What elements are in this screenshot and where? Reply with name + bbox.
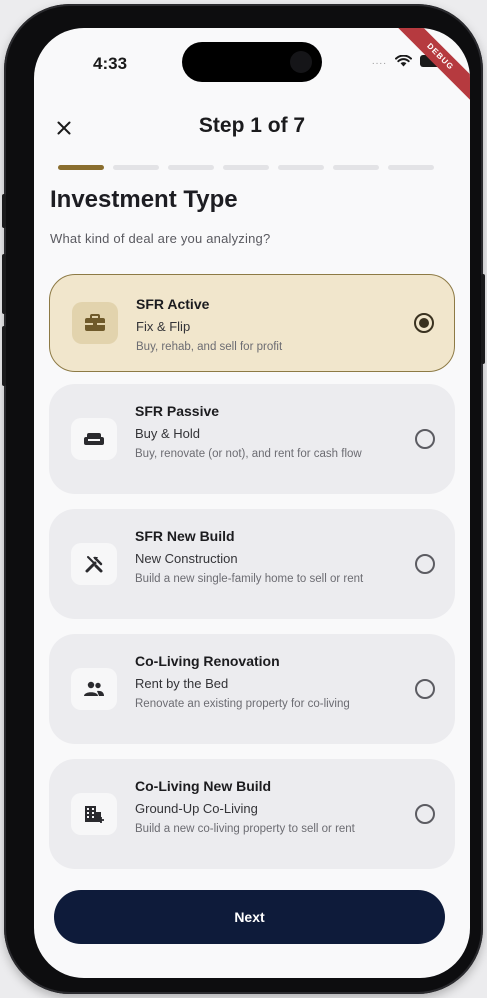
option-subtitle: New Construction: [135, 551, 238, 566]
option-text: Co-Living New Build Ground-Up Co-Living …: [135, 777, 397, 837]
volume-up-button: [2, 254, 6, 314]
option-text: SFR Passive Buy & Hold Buy, renovate (or…: [135, 402, 397, 462]
option-sfr-passive[interactable]: SFR Passive Buy & Hold Buy, renovate (or…: [49, 384, 455, 494]
option-description: Build a new co-living property to sell o…: [135, 823, 355, 835]
tools-icon: [71, 543, 117, 585]
option-title: SFR Passive: [135, 403, 220, 419]
progress-segment: [113, 165, 159, 170]
wifi-icon: [395, 55, 412, 67]
option-subtitle: Buy & Hold: [135, 426, 201, 441]
dynamic-island: [182, 42, 322, 82]
radio-button[interactable]: [415, 804, 435, 824]
option-sfr-new-build[interactable]: SFR New Build New Construction Build a n…: [49, 509, 455, 619]
sofa-icon: [71, 418, 117, 460]
status-bar: 4:33 .... DEBUG: [34, 28, 470, 106]
option-text: SFR Active Fix & Flip Buy, rehab, and se…: [136, 295, 396, 355]
option-description: Buy, renovate (or not), and rent for cas…: [135, 448, 362, 460]
option-title: Co-Living New Build: [135, 778, 272, 794]
camera-icon: [290, 51, 312, 73]
radio-button[interactable]: [415, 679, 435, 699]
option-text: SFR New Build New Construction Build a n…: [135, 527, 397, 587]
option-co-living-renovation[interactable]: Co-Living Renovation Rent by the Bed Ren…: [49, 634, 455, 744]
step-progress: [58, 165, 434, 170]
page-title: Step 1 of 7: [198, 114, 306, 137]
option-title: SFR Active: [136, 296, 210, 312]
option-description: Buy, rehab, and sell for profit: [136, 341, 283, 353]
radio-button-selected[interactable]: [414, 313, 434, 333]
status-time: 4:33: [93, 54, 128, 73]
progress-segment: [333, 165, 379, 170]
progress-segment: [278, 165, 324, 170]
wizard-header: Step 1 of 7: [34, 108, 470, 148]
progress-segment: [58, 165, 104, 170]
option-text: Co-Living Renovation Rent by the Bed Ren…: [135, 652, 397, 712]
briefcase-icon: [72, 302, 118, 344]
building-add-icon: [71, 793, 117, 835]
option-description: Renovate an existing property for co-liv…: [135, 698, 350, 710]
app-screen: 4:33 .... DEBUG Step 1 of 7 Investment T…: [34, 28, 470, 978]
option-co-living-new-build[interactable]: Co-Living New Build Ground-Up Co-Living …: [49, 759, 455, 869]
people-icon: [71, 668, 117, 710]
option-subtitle: Ground-Up Co-Living: [135, 801, 258, 816]
option-subtitle: Fix & Flip: [136, 319, 191, 334]
action-button: [2, 194, 6, 228]
progress-segment: [223, 165, 269, 170]
next-button[interactable]: Next: [54, 890, 445, 944]
option-description: Build a new single-family home to sell o…: [135, 573, 364, 585]
power-button: [481, 274, 485, 364]
option-title: Co-Living Renovation: [135, 653, 280, 669]
radio-button[interactable]: [415, 554, 435, 574]
section-heading: Investment Type: [50, 186, 238, 213]
option-title: SFR New Build: [135, 528, 235, 544]
phone-frame: 4:33 .... DEBUG Step 1 of 7 Investment T…: [2, 4, 485, 994]
section-subheading: What kind of deal are you analyzing?: [50, 231, 271, 246]
progress-segment: [168, 165, 214, 170]
option-subtitle: Rent by the Bed: [135, 676, 229, 691]
radio-button[interactable]: [415, 429, 435, 449]
progress-segment: [388, 165, 434, 170]
signal-icon: ....: [371, 55, 387, 67]
option-sfr-active[interactable]: SFR Active Fix & Flip Buy, rehab, and se…: [49, 274, 455, 372]
volume-down-button: [2, 326, 6, 386]
